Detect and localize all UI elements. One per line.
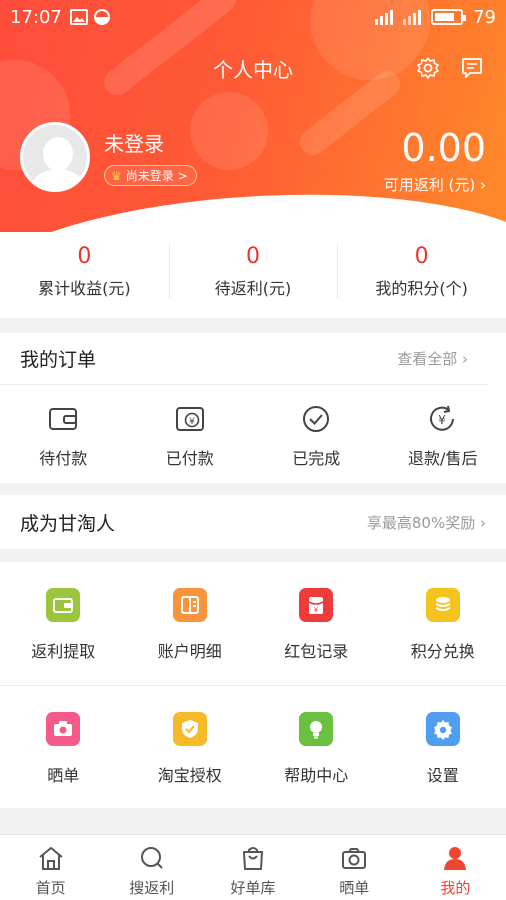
tool-label: 晒单 <box>47 766 80 785</box>
orders-card: 我的订单 查看全部 › 待付款 ¥ 已付款 已完成 ¥ 退款/售后 <box>0 333 506 483</box>
become-taoren-row[interactable]: 成为甘淘人 享最高80%奖励 › <box>0 495 506 549</box>
user-icon <box>444 847 467 870</box>
battery-level: 79 <box>473 6 496 28</box>
withdraw-wallet-icon <box>46 588 81 622</box>
decor-bubble <box>190 92 268 170</box>
message-icon[interactable] <box>460 56 484 80</box>
camera-icon <box>342 848 367 869</box>
gear-icon <box>425 712 460 746</box>
tool-taobao-auth[interactable]: 淘宝授权 <box>127 686 254 808</box>
battery-icon <box>431 9 467 25</box>
order-pending-payment[interactable]: 待付款 <box>0 385 127 481</box>
tool-help-center[interactable]: 帮助中心 <box>253 686 380 808</box>
profile-block[interactable]: 未登录 ♛ 尚未登录 > <box>20 122 197 192</box>
svg-text:¥: ¥ <box>314 606 319 614</box>
stat-pending-rebate[interactable]: 0 待返利(元) <box>168 232 338 318</box>
taoren-title: 成为甘淘人 <box>20 512 116 535</box>
nav-deal-library[interactable]: 好单库 <box>202 835 303 900</box>
tool-settings[interactable]: 设置 <box>380 686 506 808</box>
tool-label: 积分兑换 <box>410 642 475 661</box>
svg-text:¥: ¥ <box>438 413 446 427</box>
stat-my-points[interactable]: 0 我的积分(个) <box>337 232 506 318</box>
wallet-icon <box>49 408 78 430</box>
stats-row: 0 累计收益(元) 0 待返利(元) 0 我的积分(个) <box>0 232 506 318</box>
search-icon <box>140 847 163 869</box>
view-all-orders-link[interactable]: 查看全部 › <box>397 348 468 369</box>
yen-receipt-icon: ¥ <box>175 407 204 431</box>
nav-home[interactable]: 首页 <box>0 835 101 900</box>
login-badge-label: 尚未登录 > <box>125 169 188 183</box>
nav-label: 首页 <box>35 879 66 897</box>
nav-label: 我的 <box>440 879 471 897</box>
rebate-amount: 0.00 <box>401 126 486 170</box>
tool-label: 帮助中心 <box>284 766 349 785</box>
stat-value: 0 <box>77 244 92 269</box>
lightbulb-icon <box>299 712 334 746</box>
red-envelope-icon: ¥ <box>299 588 334 622</box>
nav-show-order[interactable]: 晒单 <box>304 835 405 900</box>
half-circle-icon <box>93 9 110 25</box>
order-label: 待付款 <box>39 449 88 468</box>
tool-red-envelope[interactable]: ¥ 红包记录 <box>253 562 380 685</box>
stat-value: 0 <box>414 244 429 269</box>
tool-account-detail[interactable]: 账户明细 <box>127 562 254 685</box>
tool-label: 设置 <box>426 766 459 785</box>
bottom-nav: 首页 搜返利 好单库 晒单 我的 <box>0 834 506 900</box>
tool-label: 返利提取 <box>31 642 96 661</box>
orders-title: 我的订单 <box>20 349 97 371</box>
user-name: 未登录 <box>104 132 164 156</box>
signal-icon <box>375 9 394 25</box>
stat-total-earnings[interactable]: 0 累计收益(元) <box>0 232 169 318</box>
status-bar: 17:07 79 <box>0 0 506 34</box>
tool-show-order[interactable]: 晒单 <box>0 686 127 808</box>
stat-label: 累计收益(元) <box>38 279 131 298</box>
page-title: 个人中心 <box>213 58 293 82</box>
tool-label: 账户明细 <box>157 642 222 661</box>
stat-label: 待返利(元) <box>214 279 292 298</box>
title-bar: 个人中心 <box>0 52 506 88</box>
status-time: 17:07 <box>10 6 62 28</box>
crown-icon: ♛ <box>111 168 122 183</box>
order-refund[interactable]: ¥ 退款/售后 <box>380 385 506 481</box>
order-label: 已付款 <box>165 449 214 468</box>
home-icon <box>38 847 63 870</box>
check-circle-icon <box>303 406 330 432</box>
rebate-label: 可用返利 (元) › <box>383 176 486 194</box>
taoren-reward-link[interactable]: 享最高80%奖励 › <box>367 512 486 533</box>
stat-label: 我的积分(个) <box>375 279 468 298</box>
tool-points-exchange[interactable]: 积分兑换 <box>380 562 506 685</box>
order-paid[interactable]: ¥ 已付款 <box>127 385 254 481</box>
nav-label: 晒单 <box>339 879 370 897</box>
order-label: 退款/售后 <box>408 449 478 468</box>
yen-refund-icon: ¥ <box>429 405 454 431</box>
coins-icon <box>425 588 460 622</box>
tool-label: 淘宝授权 <box>157 766 222 785</box>
svg-text:¥: ¥ <box>189 417 195 427</box>
nav-mine[interactable]: 我的 <box>405 835 506 900</box>
profile-header <box>0 0 506 232</box>
account-detail-icon <box>172 588 207 622</box>
login-badge[interactable]: ♛ 尚未登录 > <box>104 165 197 186</box>
tool-label: 红包记录 <box>284 642 349 661</box>
image-icon <box>69 9 88 25</box>
settings-gear-icon[interactable] <box>416 56 440 80</box>
nav-search-rebate[interactable]: 搜返利 <box>101 835 202 900</box>
signal-icon <box>403 9 422 25</box>
tool-rebate-withdraw[interactable]: 返利提取 <box>0 562 127 685</box>
shield-check-icon <box>172 712 207 746</box>
avatar[interactable] <box>20 122 90 192</box>
order-label: 已完成 <box>292 449 341 468</box>
stat-value: 0 <box>246 244 260 269</box>
tools-grid: 返利提取 账户明细 ¥ 红包记录 积分兑换 晒单 淘宝授权 帮助中心 设置 <box>0 562 506 808</box>
camera-icon <box>46 712 81 746</box>
order-completed[interactable]: 已完成 <box>253 385 380 481</box>
shopping-bag-icon <box>243 847 263 870</box>
available-rebate[interactable]: 0.00 可用返利 (元) › <box>384 126 486 195</box>
nav-label: 搜返利 <box>129 879 175 897</box>
nav-label: 好单库 <box>230 879 276 897</box>
